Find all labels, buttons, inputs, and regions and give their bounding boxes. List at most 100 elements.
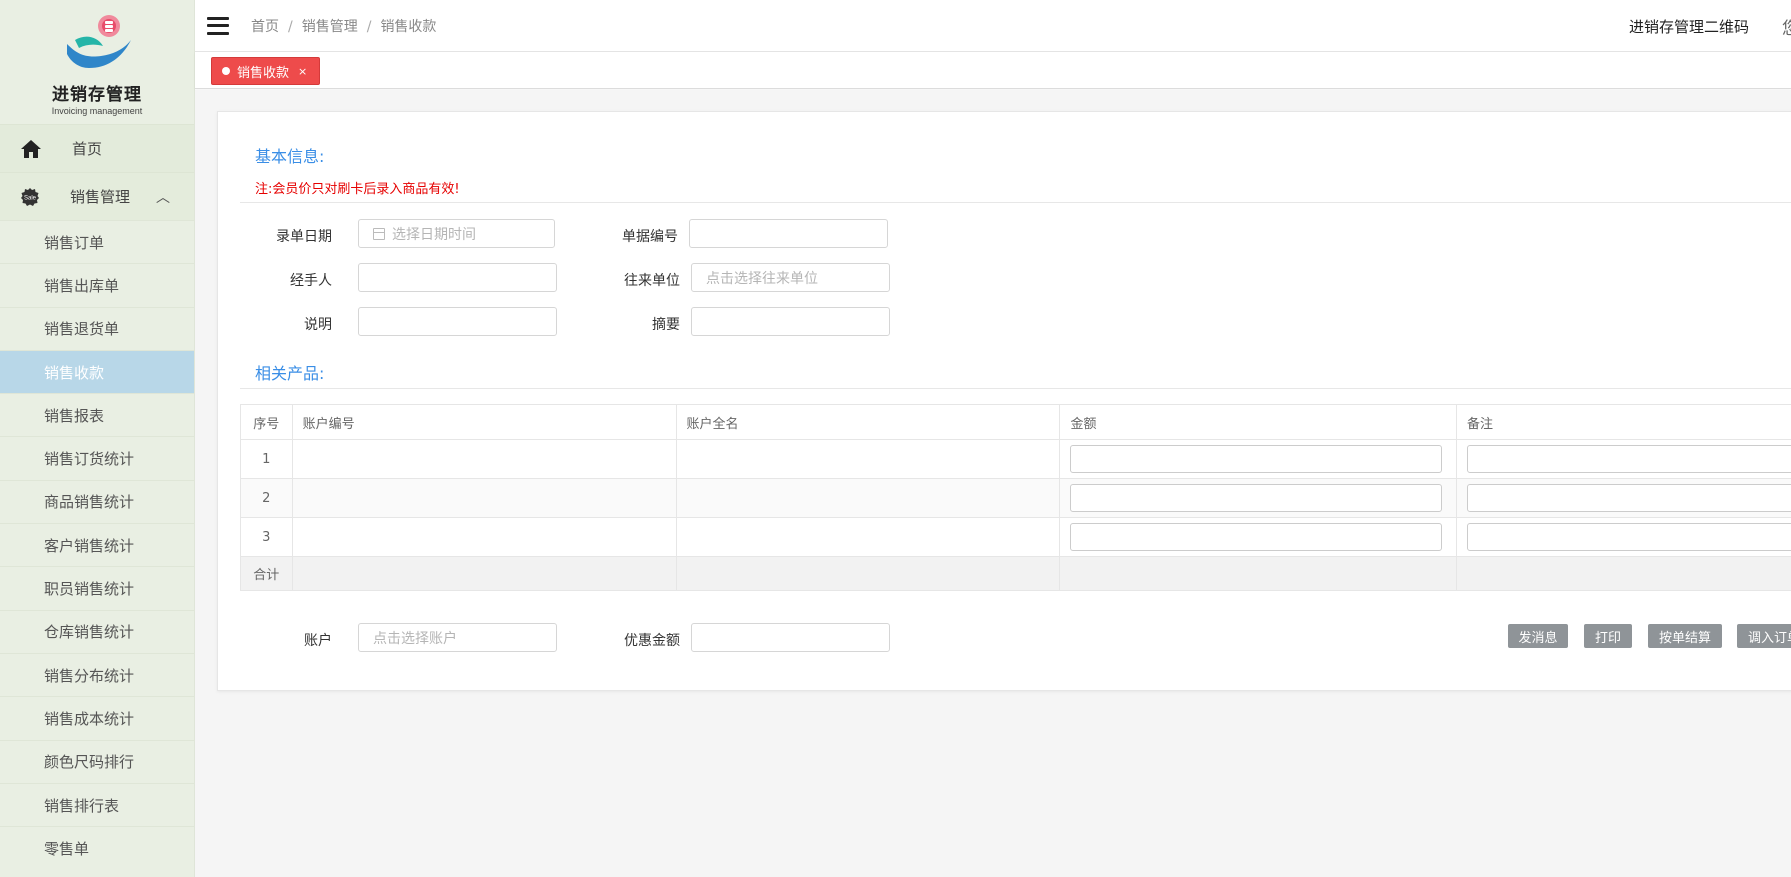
doc-no-input[interactable] bbox=[689, 219, 888, 248]
remark-cell bbox=[1455, 517, 1791, 557]
account-code-cell[interactable] bbox=[291, 478, 677, 518]
account-code-cell[interactable] bbox=[291, 517, 677, 557]
qrcode-link[interactable]: 进销存管理二维码 bbox=[1629, 16, 1749, 37]
chevron-up-icon: ︿ bbox=[156, 189, 170, 206]
breadcrumb-separator: / bbox=[288, 18, 293, 35]
divider bbox=[240, 202, 1791, 203]
sidebar-item-cost-stats[interactable]: 销售成本统计 bbox=[0, 696, 194, 739]
sidebar-item-label: 颜色尺码排行 bbox=[44, 753, 135, 772]
sidebar-item-warehouse-stats[interactable]: 仓库销售统计 bbox=[0, 609, 194, 653]
col-header-account-name: 账户全名 bbox=[675, 404, 1061, 440]
sidebar: 进销存管理 Invoicing management 首页 Sale 销售管理 … bbox=[0, 0, 195, 877]
sidebar-group-sales[interactable]: Sale 销售管理 ︿ bbox=[0, 172, 194, 220]
user-greeting[interactable]: 您 bbox=[1782, 14, 1791, 39]
sidebar-item-customer-stats[interactable]: 客户销售统计 bbox=[0, 523, 194, 566]
summary-input[interactable] bbox=[691, 307, 890, 336]
handler-label: 经手人 bbox=[290, 273, 332, 289]
table-row: 2 bbox=[240, 478, 1791, 518]
sale-badge-icon: Sale bbox=[21, 187, 39, 206]
table-row: 3 bbox=[240, 517, 1791, 557]
discount-input[interactable] bbox=[691, 623, 890, 652]
svg-text:Sale: Sale bbox=[24, 195, 37, 201]
remark-input[interactable] bbox=[1466, 523, 1791, 551]
account-placeholder: 点击选择账户 bbox=[373, 630, 457, 647]
sidebar-item-staff-stats[interactable]: 职员销售统计 bbox=[0, 566, 194, 609]
row-index: 2 bbox=[240, 478, 293, 518]
table-row: 1 bbox=[240, 439, 1791, 479]
sidebar-item-sales-order[interactable]: 销售订单 bbox=[0, 220, 194, 263]
sidebar-item-sales-receipt[interactable]: 销售收款 bbox=[0, 349, 194, 394]
account-input[interactable]: 点击选择账户 bbox=[358, 623, 557, 652]
tab-sales-receipt[interactable]: 销售收款 × bbox=[211, 57, 321, 85]
sidebar-item-product-stats[interactable]: 商品销售统计 bbox=[0, 479, 194, 523]
sidebar-item-label: 商品销售统计 bbox=[44, 493, 135, 512]
partner-label: 往来单位 bbox=[624, 273, 680, 289]
remark-input[interactable] bbox=[1466, 484, 1791, 512]
sidebar-item-home[interactable]: 首页 bbox=[0, 124, 194, 172]
discount-label: 优惠金额 bbox=[624, 633, 680, 649]
amount-input[interactable] bbox=[1070, 484, 1443, 512]
sidebar-item-label: 销售报表 bbox=[44, 406, 105, 425]
total-cell bbox=[1455, 556, 1791, 591]
sidebar-item-label: 销售排行表 bbox=[44, 796, 120, 815]
receipt-form-card: 基本信息: 注:会员价只对刷卡后录入商品有效! 录单日期 选择日期时间 单据编号… bbox=[217, 111, 1791, 691]
send-message-button[interactable]: 发消息 bbox=[1508, 624, 1568, 648]
sidebar-item-distribution-stats[interactable]: 销售分布统计 bbox=[0, 652, 194, 696]
amount-input[interactable] bbox=[1070, 445, 1443, 473]
account-label: 账户 bbox=[304, 633, 332, 649]
remark-cell bbox=[1455, 439, 1791, 479]
breadcrumb-current: 销售收款 bbox=[380, 18, 437, 35]
amount-cell bbox=[1059, 478, 1457, 518]
row-index: 1 bbox=[240, 439, 293, 479]
date-input[interactable]: 选择日期时间 bbox=[358, 219, 555, 248]
print-button[interactable]: 打印 bbox=[1584, 624, 1632, 648]
section-basic-info-title: 基本信息: bbox=[255, 147, 325, 166]
total-cell bbox=[675, 556, 1061, 591]
col-header-index: 序号 bbox=[240, 404, 293, 440]
sidebar-item-color-size-rank[interactable]: 颜色尺码排行 bbox=[0, 739, 194, 783]
account-name-cell[interactable] bbox=[675, 478, 1061, 518]
sidebar-item-sales-return[interactable]: 销售退货单 bbox=[0, 306, 194, 350]
total-amount-cell bbox=[1059, 556, 1457, 591]
amount-input[interactable] bbox=[1070, 523, 1443, 551]
desc-input[interactable] bbox=[358, 307, 557, 336]
sidebar-item-sales-report[interactable]: 销售报表 bbox=[0, 393, 194, 436]
account-name-cell[interactable] bbox=[675, 517, 1061, 557]
top-bar: 首页 / 销售管理 / 销售收款 进销存管理二维码 您 bbox=[195, 0, 1791, 52]
sidebar-item-label: 销售订单 bbox=[44, 233, 105, 252]
sidebar-item-order-stats[interactable]: 销售订货统计 bbox=[0, 436, 194, 479]
total-cell bbox=[291, 556, 677, 591]
col-header-remark: 备注 bbox=[1455, 404, 1791, 440]
sidebar-item-label: 客户销售统计 bbox=[44, 536, 135, 555]
sidebar-item-label: 销售收款 bbox=[44, 363, 105, 382]
section-products-title: 相关产品: bbox=[255, 364, 325, 383]
member-price-note: 注:会员价只对刷卡后录入商品有效! bbox=[255, 182, 460, 197]
settle-by-order-button[interactable]: 按单结算 bbox=[1648, 624, 1722, 648]
table-header-row: 序号 账户编号 账户全名 金额 备注 bbox=[240, 404, 1791, 440]
accounts-table: 序号 账户编号 账户全名 金额 备注 1 2 3 合计 bbox=[240, 404, 1791, 591]
breadcrumb-sales[interactable]: 销售管理 bbox=[302, 19, 358, 35]
app-logo[interactable]: 进销存管理 Invoicing management bbox=[0, 0, 194, 124]
doc-no-label: 单据编号 bbox=[622, 229, 678, 245]
import-order-button[interactable]: 调入订单 bbox=[1737, 624, 1791, 648]
partner-input[interactable]: 点击选择往来单位 bbox=[691, 263, 890, 292]
breadcrumb-separator: / bbox=[366, 18, 372, 35]
sidebar-item-label: 销售订货统计 bbox=[44, 450, 135, 469]
col-header-amount: 金额 bbox=[1059, 404, 1457, 440]
breadcrumb-home[interactable]: 首页 bbox=[251, 19, 279, 35]
sidebar-item-sales-outbound[interactable]: 销售出库单 bbox=[0, 263, 194, 306]
handler-input[interactable] bbox=[358, 263, 557, 292]
close-icon[interactable]: × bbox=[298, 65, 307, 78]
active-dot-icon bbox=[222, 67, 230, 75]
sidebar-item-retail[interactable]: 零售单 bbox=[0, 826, 194, 869]
menu-toggle-icon[interactable] bbox=[207, 16, 229, 35]
logo-hand-coin-icon bbox=[67, 15, 131, 68]
remark-input[interactable] bbox=[1466, 445, 1791, 473]
account-code-cell[interactable] bbox=[291, 439, 677, 479]
table-total-row: 合计 bbox=[240, 556, 1791, 591]
account-name-cell[interactable] bbox=[675, 439, 1061, 479]
logo-title: 进销存管理 bbox=[52, 85, 142, 105]
desc-label: 说明 bbox=[304, 317, 332, 333]
sidebar-item-sales-rank[interactable]: 销售排行表 bbox=[0, 782, 194, 826]
breadcrumb: 首页 / 销售管理 / 销售收款 bbox=[251, 16, 436, 36]
